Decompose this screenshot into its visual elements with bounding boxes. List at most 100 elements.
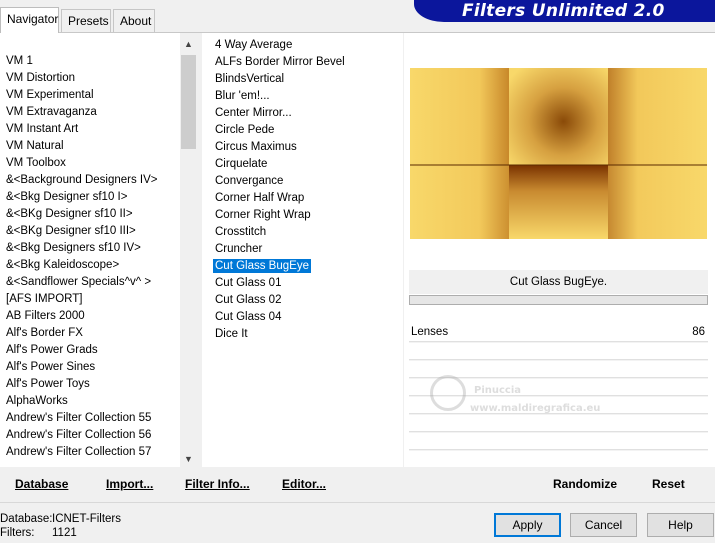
category-item[interactable]: VM Distortion xyxy=(0,70,180,87)
filters-count: 1121 xyxy=(52,527,77,539)
app-title: Filters Unlimited 2.0 xyxy=(462,1,665,21)
parameter-slot xyxy=(409,433,708,450)
filter-item-label: Circus Maximus xyxy=(215,141,297,153)
filter-item-label: Corner Right Wrap xyxy=(215,209,311,221)
filter-item[interactable]: Center Mirror... xyxy=(202,105,403,122)
tab-navigator[interactable]: Navigator xyxy=(0,7,59,33)
preview-image xyxy=(410,68,707,239)
category-item[interactable]: VM Instant Art xyxy=(0,121,180,138)
filter-item-label: Cut Glass 01 xyxy=(215,277,282,289)
apply-button[interactable]: Apply xyxy=(494,513,561,537)
filter-item-label: Dice It xyxy=(215,328,248,340)
database-button[interactable]: Database xyxy=(15,477,68,491)
category-item[interactable]: Andrew's Filter Collection 56 xyxy=(0,427,180,444)
category-item[interactable]: VM Experimental xyxy=(0,87,180,104)
category-scrollbar[interactable]: ▲ ▼ xyxy=(180,37,197,467)
scroll-up-icon[interactable]: ▲ xyxy=(180,37,197,52)
category-item[interactable]: Alf's Power Toys xyxy=(0,376,180,393)
filter-item-label: 4 Way Average xyxy=(215,39,293,51)
filter-item-label: Cut Glass 04 xyxy=(215,311,282,323)
category-item[interactable]: Andrew's Filter Collection 57 xyxy=(0,444,180,461)
filter-item[interactable]: Cut Glass 04 xyxy=(202,309,403,326)
filter-item-label: BlindsVertical xyxy=(215,73,285,85)
category-item[interactable]: VM 1 xyxy=(0,53,180,70)
category-item[interactable]: &<Bkg Designers sf10 IV> xyxy=(0,240,180,257)
filter-item-label: Blur 'em!... xyxy=(215,90,270,102)
filter-item[interactable]: Corner Half Wrap xyxy=(202,190,403,207)
parameter-value: 86 xyxy=(692,326,705,338)
watermark-url: www.maldiregrafica.eu xyxy=(470,403,601,414)
filter-info-button[interactable]: Filter Info... xyxy=(185,477,250,491)
filter-item-label: Convergance xyxy=(215,175,284,187)
filter-item-label: Cirquelate xyxy=(215,158,268,170)
filter-item[interactable]: Blur 'em!... xyxy=(202,88,403,105)
watermark-logo-icon xyxy=(430,375,466,411)
database-label: Database: xyxy=(0,513,53,525)
filter-item[interactable]: Corner Right Wrap xyxy=(202,207,403,224)
category-item[interactable]: &<Bkg Designer sf10 I> xyxy=(0,189,180,206)
category-item[interactable]: VM Toolbox xyxy=(0,155,180,172)
scroll-down-icon[interactable]: ▼ xyxy=(180,452,197,467)
randomize-button[interactable]: Randomize xyxy=(553,477,617,491)
help-button[interactable]: Help xyxy=(647,513,714,537)
scroll-thumb[interactable] xyxy=(181,55,196,149)
category-list[interactable]: VM 1 VM Distortion VM Experimental VM Extra… xyxy=(0,33,180,467)
reset-button[interactable]: Reset xyxy=(652,477,685,491)
category-items: VM 1 VM Distortion VM Experimental VM Extra… xyxy=(0,53,180,461)
filter-item-label: Center Mirror... xyxy=(215,107,292,119)
footer-divider xyxy=(0,502,715,503)
filter-item[interactable]: BlindsVertical xyxy=(202,71,403,88)
filters-label: Filters: xyxy=(0,527,35,539)
watermark: Pinuccia www.maldiregrafica.eu xyxy=(430,375,640,420)
preview-graphic xyxy=(410,68,707,239)
category-item[interactable]: AlphaWorks xyxy=(0,393,180,410)
filter-item[interactable]: Cirquelate xyxy=(202,156,403,173)
editor-button[interactable]: Editor... xyxy=(282,477,326,491)
filter-item[interactable]: 4 Way Average xyxy=(202,37,403,54)
category-item[interactable]: [AFS IMPORT] xyxy=(0,291,180,308)
filter-item[interactable]: Circle Pede xyxy=(202,122,403,139)
category-item[interactable]: AB Filters 2000 xyxy=(0,308,180,325)
parameter-lenses[interactable]: Lenses 86 xyxy=(409,325,708,342)
category-item[interactable]: Alf's Border FX xyxy=(0,325,180,342)
category-item[interactable]: Alf's Power Grads xyxy=(0,342,180,359)
database-value: ICNET-Filters xyxy=(52,513,121,525)
tab-about[interactable]: About xyxy=(113,9,155,32)
filter-item-label: Crosstitch xyxy=(215,226,267,238)
filter-item[interactable]: Crosstitch xyxy=(202,224,403,241)
category-item[interactable]: Andrew's Filter Collection 55 xyxy=(0,410,180,427)
category-item[interactable]: VM Natural xyxy=(0,138,180,155)
filter-list[interactable]: 4 Way Average ALFs Border Mirror Bevel Bli… xyxy=(202,33,403,467)
filter-item[interactable]: Cut Glass 01 xyxy=(202,275,403,292)
category-item[interactable]: VM Extravaganza xyxy=(0,104,180,121)
category-item[interactable]: &<Background Designers IV> xyxy=(0,172,180,189)
filter-item[interactable]: ALFs Border Mirror Bevel xyxy=(202,54,403,71)
category-item[interactable]: &<Bkg Kaleidoscope> xyxy=(0,257,180,274)
title-banner: Filters Unlimited 2.0 xyxy=(414,0,715,22)
filter-item[interactable]: Circus Maximus xyxy=(202,139,403,156)
watermark-name: Pinuccia xyxy=(474,385,522,396)
filter-item-label: Circle Pede xyxy=(215,124,275,136)
category-item[interactable]: &<BKg Designer sf10 II> xyxy=(0,206,180,223)
import-button[interactable]: Import... xyxy=(106,477,153,491)
tab-presets[interactable]: Presets xyxy=(61,9,111,32)
filter-item[interactable]: Dice It xyxy=(202,326,403,343)
parameter-slot xyxy=(409,343,708,360)
cancel-button[interactable]: Cancel xyxy=(570,513,637,537)
progress-bar xyxy=(409,295,708,305)
filter-item[interactable]: Cut Glass BugEye xyxy=(202,258,403,275)
filter-item[interactable]: Cut Glass 02 xyxy=(202,292,403,309)
filter-item-label: Corner Half Wrap xyxy=(215,192,305,204)
filter-item[interactable]: Convergance xyxy=(202,173,403,190)
parameter-label: Lenses xyxy=(411,326,449,338)
tab-divider xyxy=(0,32,715,33)
category-item[interactable]: &<BKg Designer sf10 III> xyxy=(0,223,180,240)
filter-item[interactable]: Cruncher xyxy=(202,241,403,258)
filter-item-label: Cruncher xyxy=(215,243,263,255)
filter-item-label: Cut Glass BugEye xyxy=(213,259,311,273)
filter-item-label: ALFs Border Mirror Bevel xyxy=(215,56,345,68)
category-item[interactable]: Alf's Power Sines xyxy=(0,359,180,376)
selected-filter-name: Cut Glass BugEye. xyxy=(409,270,708,294)
filter-item-label: Cut Glass 02 xyxy=(215,294,282,306)
category-item[interactable]: &<Sandflower Specials^v^ > xyxy=(0,274,180,291)
